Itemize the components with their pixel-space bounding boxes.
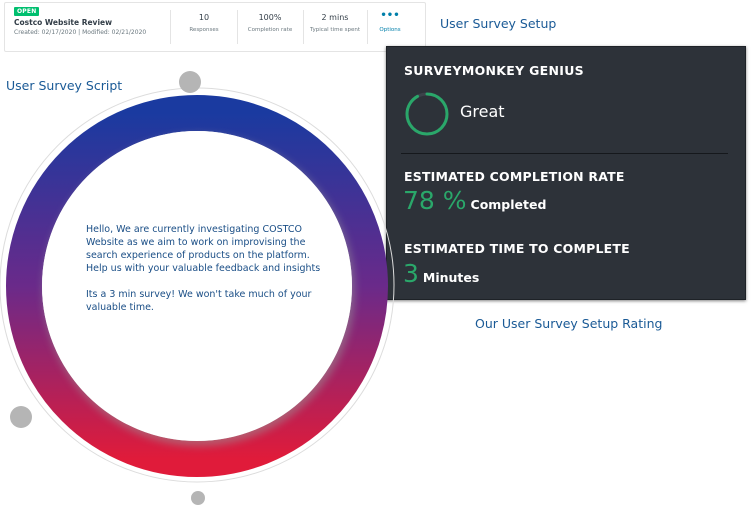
time-to-complete-unit: Minutes (422, 270, 480, 285)
stat-label: Responses (189, 27, 219, 33)
survey-dates: Created: 02/17/2020 | Modified: 02/21/20… (14, 29, 147, 36)
completion-rate-heading: ESTIMATED COMPLETION RATE (404, 169, 625, 184)
caption-setup-rating: Our User Survey Setup Rating (475, 316, 663, 331)
options-button[interactable]: ••• Options (365, 10, 415, 34)
options-label: Options (379, 27, 401, 33)
stat-responses: 10 Responses (171, 13, 237, 33)
decor-dot (179, 71, 201, 93)
decor-dot (10, 406, 32, 428)
completion-rate-unit: Completed (470, 197, 547, 212)
stat-label: Completion rate (247, 27, 293, 33)
script-paragraph: Its a 3 min survey! We won't take much o… (86, 289, 312, 313)
genius-divider (401, 153, 728, 154)
script-paragraph: Hello, We are currently investigating CO… (86, 224, 321, 274)
caption-survey-setup: User Survey Setup (440, 16, 557, 31)
survey-summary-card[interactable]: OPEN Costco Website Review Created: 02/1… (4, 2, 426, 52)
genius-score-label: Great (460, 102, 505, 121)
survey-script-text: Hello, We are currently investigating CO… (86, 223, 326, 314)
stat-value: 100% (258, 13, 282, 22)
decor-dot (191, 491, 205, 505)
time-to-complete-heading: ESTIMATED TIME TO COMPLETE (404, 241, 630, 256)
stat-completion-rate: 100% Completion rate (237, 13, 303, 33)
stat-value: 10 (198, 13, 210, 22)
genius-panel: SURVEYMONKEY GENIUS Great ESTIMATED COMP… (386, 46, 746, 300)
status-badge: OPEN (14, 7, 40, 16)
survey-title[interactable]: Costco Website Review (14, 18, 112, 27)
genius-title: SURVEYMONKEY GENIUS (404, 63, 584, 78)
completion-rate-metric: 78 % Completed (403, 186, 546, 215)
stat-value: 2 mins (321, 13, 349, 22)
stat-time-spent: 2 mins Typical time spent (302, 13, 368, 33)
stat-label: Typical time spent (309, 27, 360, 33)
more-dots-icon: ••• (380, 10, 400, 21)
